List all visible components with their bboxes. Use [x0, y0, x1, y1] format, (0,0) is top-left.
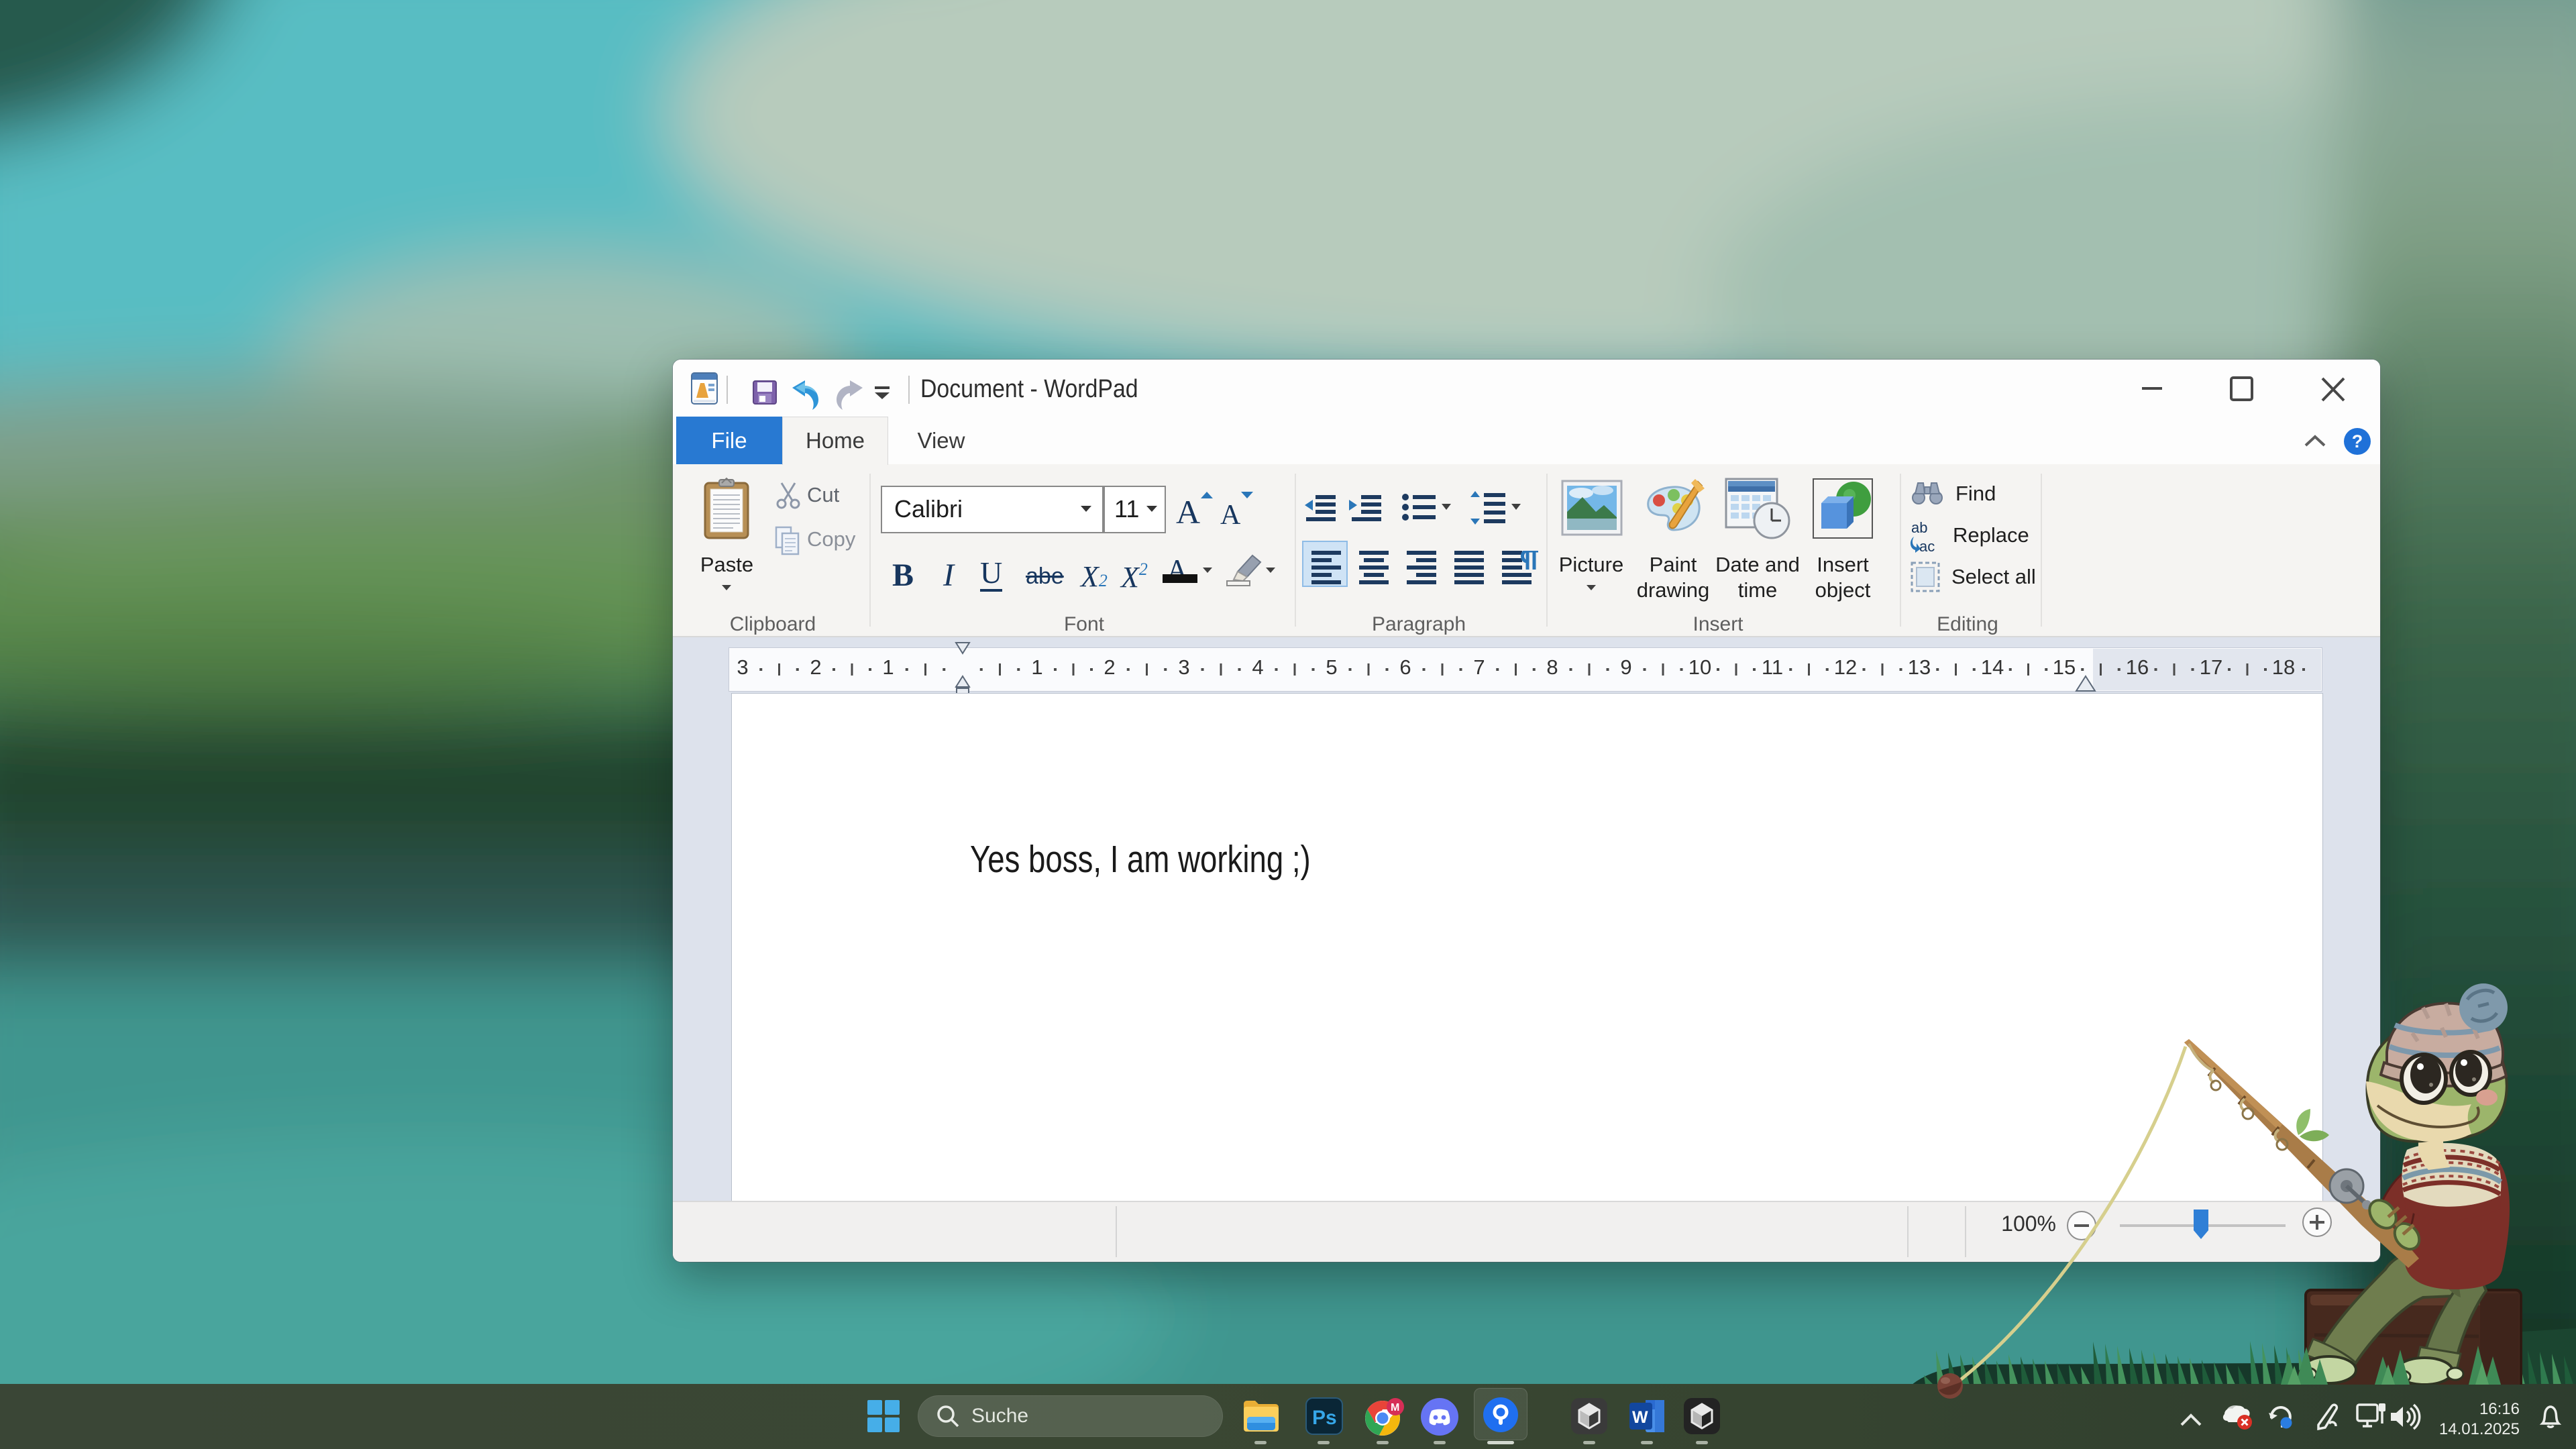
svg-text:Ps: Ps	[1312, 1407, 1337, 1429]
svg-text:ab: ab	[1911, 521, 1927, 536]
svg-text:M: M	[1391, 1402, 1399, 1413]
svg-text:W: W	[1632, 1408, 1648, 1427]
svg-text:ac: ac	[1919, 538, 1935, 554]
